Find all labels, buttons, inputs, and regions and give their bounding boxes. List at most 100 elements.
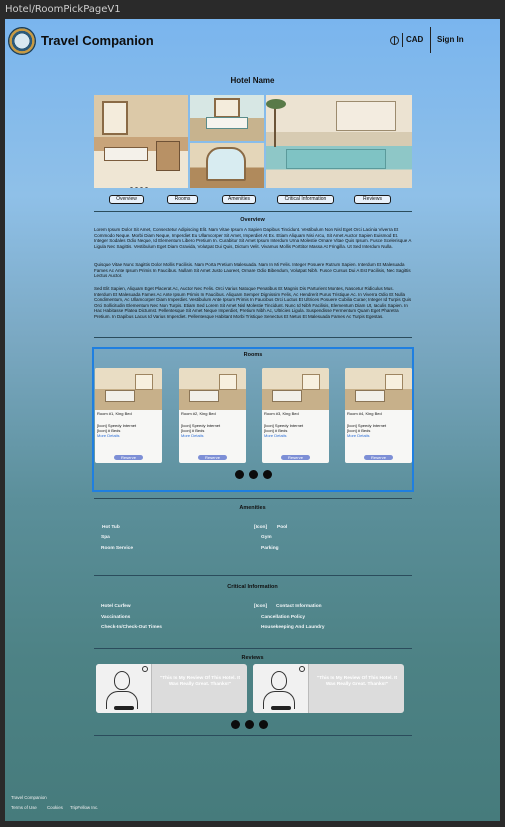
page: Travel Companion CAD Sign In Hotel Name <box>5 19 500 821</box>
reserve-button[interactable]: Reserve <box>281 455 310 460</box>
more-details-link[interactable]: More Details <box>347 433 369 439</box>
bed-shape <box>105 390 135 402</box>
room-photo[interactable] <box>262 368 329 410</box>
reserve-button[interactable]: Reserve <box>364 455 393 460</box>
brand-name[interactable]: Travel Companion <box>41 33 154 48</box>
critical-info-item[interactable]: Contact Information <box>276 604 322 609</box>
critical-info-item[interactable]: Check-In/Check-Out Times <box>101 625 162 630</box>
badge-icon <box>299 666 305 672</box>
room-name: Room #2, King Bed <box>181 411 216 416</box>
sign-in-link[interactable]: Sign In <box>437 35 464 44</box>
bed-shape <box>272 390 302 402</box>
room-name: Room #4, King Bed <box>347 411 382 416</box>
room-card: Room #3, King Bed [Icon] Speedy Internet… <box>262 368 329 463</box>
footer-link-company[interactable]: TripFellow Inc. <box>70 805 98 810</box>
more-details-link[interactable]: More Details <box>97 433 119 439</box>
review-text: "This Is My Review Of This Hotel. It Was… <box>159 676 241 687</box>
amenity-item: Hot Tub <box>102 525 120 530</box>
room-card: Room #4, King Bed [Icon] Speedy Internet… <box>345 368 412 463</box>
rooms-section: Rooms Room #1, King Bed [Icon] Speedy In… <box>92 347 414 492</box>
window-shape <box>135 374 153 390</box>
critical-icon-placeholder: [Icon] <box>254 604 268 609</box>
window-shape <box>102 101 128 135</box>
rooms-title: Rooms <box>243 352 263 358</box>
pager-dot[interactable] <box>259 720 268 729</box>
divider <box>94 211 412 212</box>
currency-selector[interactable]: CAD <box>406 35 423 44</box>
palm-trunk-shape <box>274 103 276 147</box>
more-details-link[interactable]: More Details <box>264 433 286 439</box>
room-photo[interactable] <box>95 368 162 410</box>
badge-icon <box>142 666 148 672</box>
divider <box>94 735 412 736</box>
reviews-carousel-pager <box>231 720 271 730</box>
reviews-title: Reviews <box>241 655 264 661</box>
pager-dot[interactable] <box>231 720 240 729</box>
window-shape <box>385 374 403 390</box>
cabinet-shape <box>156 141 180 171</box>
footer-link-terms[interactable]: Terms of Use <box>11 805 37 810</box>
pager-dot[interactable] <box>249 470 258 479</box>
language-globe-icon[interactable] <box>390 36 399 45</box>
pager-dot[interactable] <box>235 470 244 479</box>
nav-divider <box>430 27 431 53</box>
room-photo[interactable] <box>345 368 412 410</box>
review-card: "This Is My Review Of This Hotel. It Was… <box>253 664 404 713</box>
person-head-shape <box>114 671 130 690</box>
divider <box>94 337 412 338</box>
pager-dot[interactable] <box>263 470 272 479</box>
tab-rooms[interactable]: Rooms <box>167 195 198 204</box>
review-card: "This Is My Review Of This Hotel. It Was… <box>96 664 247 713</box>
amenity-item: Pool <box>277 525 288 530</box>
review-text: "This Is My Review Of This Hotel. It Was… <box>316 676 398 687</box>
critical-info-item[interactable]: Housekeeping And Laundry <box>261 625 325 630</box>
building-shape <box>336 101 396 131</box>
carousel-dots[interactable] <box>130 177 152 188</box>
pool-water-shape <box>286 149 386 169</box>
person-head-shape <box>271 671 287 690</box>
name-tag-shape <box>271 706 291 710</box>
name-tag-shape <box>114 706 134 710</box>
tab-overview[interactable]: Overview <box>109 195 144 204</box>
critical-info-title: Critical Information <box>227 584 278 590</box>
divider <box>94 575 412 576</box>
critical-info-item[interactable]: Cancellation Policy <box>261 615 305 620</box>
room-name: Room #1, King Bed <box>97 411 132 416</box>
critical-info-item[interactable]: Hotel Curfew <box>101 604 131 609</box>
room-photo[interactable] <box>179 368 246 410</box>
amenity-item: Parking <box>261 546 279 551</box>
reviewer-avatar <box>96 664 152 713</box>
footer-link-cookies[interactable]: Cookies <box>47 805 63 810</box>
amenities-title: Amenities <box>239 505 266 511</box>
bed-shape <box>104 147 148 161</box>
tab-amenities[interactable]: Amenities <box>222 195 256 204</box>
pool-photo[interactable] <box>266 95 412 188</box>
nav-divider <box>402 33 403 47</box>
tab-reviews[interactable]: Reviews <box>354 195 391 204</box>
more-details-link[interactable]: More Details <box>181 433 203 439</box>
arched-window-shape <box>206 147 246 181</box>
room-name: Room #3, King Bed <box>264 411 299 416</box>
window-shape <box>302 374 320 390</box>
window-shape <box>219 374 237 390</box>
bedroom-photo[interactable] <box>94 95 188 188</box>
reserve-button[interactable]: Reserve <box>114 455 143 460</box>
bed-shape <box>189 390 219 402</box>
room-card: Room #2, King Bed [Icon] Speedy Internet… <box>179 368 246 463</box>
reserve-button[interactable]: Reserve <box>198 455 227 460</box>
rooms-carousel-pager <box>235 470 275 480</box>
globe-logo-icon[interactable] <box>8 27 36 55</box>
palm-leaves-shape <box>266 99 286 109</box>
footer-brand: Travel Companion <box>11 795 47 800</box>
window-shape <box>214 98 240 118</box>
critical-info-item[interactable]: Vaccinations <box>101 615 130 620</box>
amenity-item: Room Service <box>101 546 133 551</box>
tab-critical-information[interactable]: Critical Information <box>277 195 334 204</box>
hotel-name: Hotel Name <box>230 76 275 85</box>
divider <box>94 648 412 649</box>
divider <box>94 498 412 499</box>
pager-dot[interactable] <box>245 720 254 729</box>
view-photo[interactable] <box>190 143 264 188</box>
suite-photo[interactable] <box>190 95 264 141</box>
overview-paragraph: Quisque Vitae Nunc Sagittis Dolor Mollis… <box>94 262 411 279</box>
